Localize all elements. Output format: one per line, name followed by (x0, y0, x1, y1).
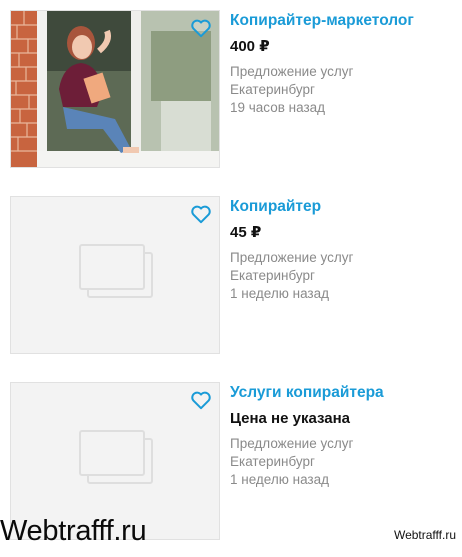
heart-outline-icon[interactable] (190, 204, 212, 224)
listing-city: Екатеринбург (230, 454, 315, 469)
listing-price: 45 ₽ (230, 224, 262, 241)
listing-title-link[interactable]: Копирайтер (230, 197, 458, 217)
listing-card[interactable]: Копирайтер-маркетолог 400 ₽ Предложение … (0, 10, 462, 185)
listing-city: Екатеринбург (230, 82, 315, 97)
listing-category: Предложение услуг (230, 436, 354, 451)
listing-card[interactable]: Копирайтер 45 ₽ Предложение услуг Екатер… (0, 196, 462, 371)
heart-outline-icon[interactable] (190, 390, 212, 410)
image-placeholder-icon (79, 430, 153, 484)
listing-photo[interactable] (10, 10, 220, 168)
watermark-left: Webtrafff.ru (0, 515, 147, 547)
listing-info: Копирайтер 45 ₽ Предложение услуг Екатер… (230, 196, 458, 303)
listing-city: Екатеринбург (230, 268, 315, 283)
watermark-right: Webtrafff.ru (393, 528, 456, 542)
listing-title-link[interactable]: Копирайтер-маркетолог (230, 11, 458, 31)
listing-photo-placeholder[interactable] (10, 196, 220, 354)
listing-time: 1 неделю назад (230, 286, 330, 301)
image-placeholder-icon (79, 244, 153, 298)
listing-time: 19 часов назад (230, 100, 326, 115)
heart-outline-icon[interactable] (190, 18, 212, 38)
listing-category: Предложение услуг (230, 250, 354, 265)
listing-info: Копирайтер-маркетолог 400 ₽ Предложение … (230, 10, 458, 117)
woman-reading-photo (11, 11, 219, 167)
listing-time: 1 неделю назад (230, 472, 330, 487)
listing-price: 400 ₽ (230, 38, 270, 55)
listing-info: Услуги копирайтера Цена не указана Предл… (230, 382, 458, 489)
listing-price: Цена не указана (230, 410, 350, 427)
listing-title-link[interactable]: Услуги копирайтера (230, 383, 458, 403)
listing-category: Предложение услуг (230, 64, 354, 79)
